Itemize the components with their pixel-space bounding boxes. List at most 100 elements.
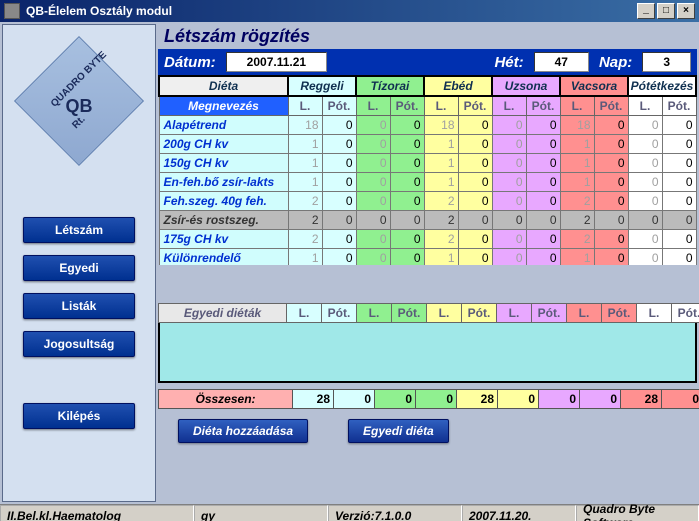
cell[interactable]: 0 xyxy=(492,116,526,135)
add-diet-button[interactable]: Diéta hozzáadása xyxy=(178,419,308,443)
cell[interactable]: 0 xyxy=(492,192,526,211)
day-field[interactable]: 3 xyxy=(642,52,691,72)
cell[interactable]: 2 xyxy=(424,211,458,230)
cell[interactable]: 0 xyxy=(356,173,390,192)
cell[interactable]: 0 xyxy=(628,211,662,230)
cell[interactable]: 1 xyxy=(560,249,594,266)
cell[interactable]: 0 xyxy=(628,154,662,173)
cell[interactable]: 0 xyxy=(458,192,492,211)
cell[interactable]: 0 xyxy=(662,249,696,266)
cell[interactable]: 0 xyxy=(594,173,628,192)
cell[interactable]: 0 xyxy=(662,116,696,135)
cell[interactable]: 0 xyxy=(458,116,492,135)
cell[interactable]: 0 xyxy=(526,230,560,249)
cell[interactable]: 2 xyxy=(560,211,594,230)
cell[interactable]: 1 xyxy=(288,135,322,154)
cell[interactable]: 0 xyxy=(322,135,356,154)
cell[interactable]: 18 xyxy=(560,116,594,135)
cell[interactable]: 2 xyxy=(288,211,322,230)
table-row[interactable]: Alapétrend180001800018000 xyxy=(159,116,696,135)
cell[interactable]: 0 xyxy=(390,173,424,192)
cell[interactable]: 0 xyxy=(458,173,492,192)
cell[interactable]: 0 xyxy=(628,230,662,249)
cell[interactable]: 0 xyxy=(662,211,696,230)
cell[interactable]: 1 xyxy=(424,249,458,266)
table-row[interactable]: 175g CH kv200020002000 xyxy=(159,230,696,249)
cell[interactable]: 0 xyxy=(594,230,628,249)
cell[interactable]: 0 xyxy=(322,230,356,249)
cell[interactable]: 2 xyxy=(424,192,458,211)
cell[interactable]: 1 xyxy=(424,154,458,173)
cell[interactable]: 1 xyxy=(424,173,458,192)
cell[interactable]: 0 xyxy=(356,249,390,266)
maximize-button[interactable]: □ xyxy=(657,3,675,19)
cell[interactable]: 0 xyxy=(662,135,696,154)
cell[interactable]: 0 xyxy=(492,154,526,173)
cell[interactable]: 0 xyxy=(390,116,424,135)
cell[interactable]: 0 xyxy=(322,249,356,266)
cell[interactable]: 2 xyxy=(560,192,594,211)
egyedi-diet-button[interactable]: Egyedi diéta xyxy=(348,419,449,443)
cell[interactable]: 0 xyxy=(526,249,560,266)
cell[interactable]: 1 xyxy=(288,173,322,192)
cell[interactable]: 0 xyxy=(458,249,492,266)
cell[interactable]: 1 xyxy=(424,135,458,154)
cell[interactable]: 0 xyxy=(322,211,356,230)
cell[interactable]: 0 xyxy=(526,211,560,230)
cell[interactable]: 0 xyxy=(594,116,628,135)
cell[interactable]: 0 xyxy=(594,249,628,266)
date-field[interactable]: 2007.11.21 xyxy=(226,52,327,72)
cell[interactable]: 0 xyxy=(390,211,424,230)
cell[interactable]: 18 xyxy=(424,116,458,135)
cell[interactable]: 0 xyxy=(356,230,390,249)
cell[interactable]: 2 xyxy=(288,230,322,249)
cell[interactable]: 2 xyxy=(288,192,322,211)
cell[interactable]: 0 xyxy=(526,154,560,173)
cell[interactable]: 1 xyxy=(560,154,594,173)
cell[interactable]: 0 xyxy=(594,192,628,211)
cell[interactable]: 0 xyxy=(356,192,390,211)
cell[interactable]: 18 xyxy=(288,116,322,135)
cell[interactable]: 0 xyxy=(458,135,492,154)
cell[interactable]: 0 xyxy=(356,211,390,230)
table-row[interactable]: Zsír-és rostszeg.200020002000 xyxy=(159,211,696,230)
cell[interactable]: 0 xyxy=(662,173,696,192)
sidebar-item-letszam[interactable]: Létszám xyxy=(23,217,135,243)
cell[interactable]: 0 xyxy=(458,154,492,173)
cell[interactable]: 0 xyxy=(492,249,526,266)
cell[interactable]: 0 xyxy=(322,154,356,173)
cell[interactable]: 0 xyxy=(390,230,424,249)
sidebar-item-egyedi[interactable]: Egyedi xyxy=(23,255,135,281)
cell[interactable]: 1 xyxy=(560,173,594,192)
sidebar-item-jogosultsag[interactable]: Jogosultság xyxy=(23,331,135,357)
cell[interactable]: 0 xyxy=(628,192,662,211)
cell[interactable]: 0 xyxy=(492,135,526,154)
cell[interactable]: 2 xyxy=(560,230,594,249)
cell[interactable]: 0 xyxy=(526,135,560,154)
table-row[interactable]: 200g CH kv100010001000 xyxy=(159,135,696,154)
cell[interactable]: 1 xyxy=(560,135,594,154)
week-field[interactable]: 47 xyxy=(534,52,589,72)
sidebar-exit-button[interactable]: Kilépés xyxy=(23,403,135,429)
cell[interactable]: 0 xyxy=(356,154,390,173)
cell[interactable]: 0 xyxy=(458,230,492,249)
cell[interactable]: 0 xyxy=(526,173,560,192)
cell[interactable]: 0 xyxy=(594,135,628,154)
cell[interactable]: 0 xyxy=(390,135,424,154)
minimize-button[interactable]: _ xyxy=(637,3,655,19)
cell[interactable]: 0 xyxy=(390,192,424,211)
cell[interactable]: 0 xyxy=(526,116,560,135)
cell[interactable]: 0 xyxy=(356,116,390,135)
egyedi-body[interactable] xyxy=(158,323,697,383)
cell[interactable]: 0 xyxy=(390,249,424,266)
cell[interactable]: 0 xyxy=(492,230,526,249)
cell[interactable]: 0 xyxy=(458,211,492,230)
cell[interactable]: 0 xyxy=(526,192,560,211)
cell[interactable]: 0 xyxy=(322,173,356,192)
table-row[interactable]: En-feh.bő zsír-lakts100010001000 xyxy=(159,173,696,192)
cell[interactable]: 0 xyxy=(492,211,526,230)
cell[interactable]: 0 xyxy=(594,154,628,173)
cell[interactable]: 0 xyxy=(662,154,696,173)
cell[interactable]: 0 xyxy=(662,192,696,211)
cell[interactable]: 0 xyxy=(662,230,696,249)
